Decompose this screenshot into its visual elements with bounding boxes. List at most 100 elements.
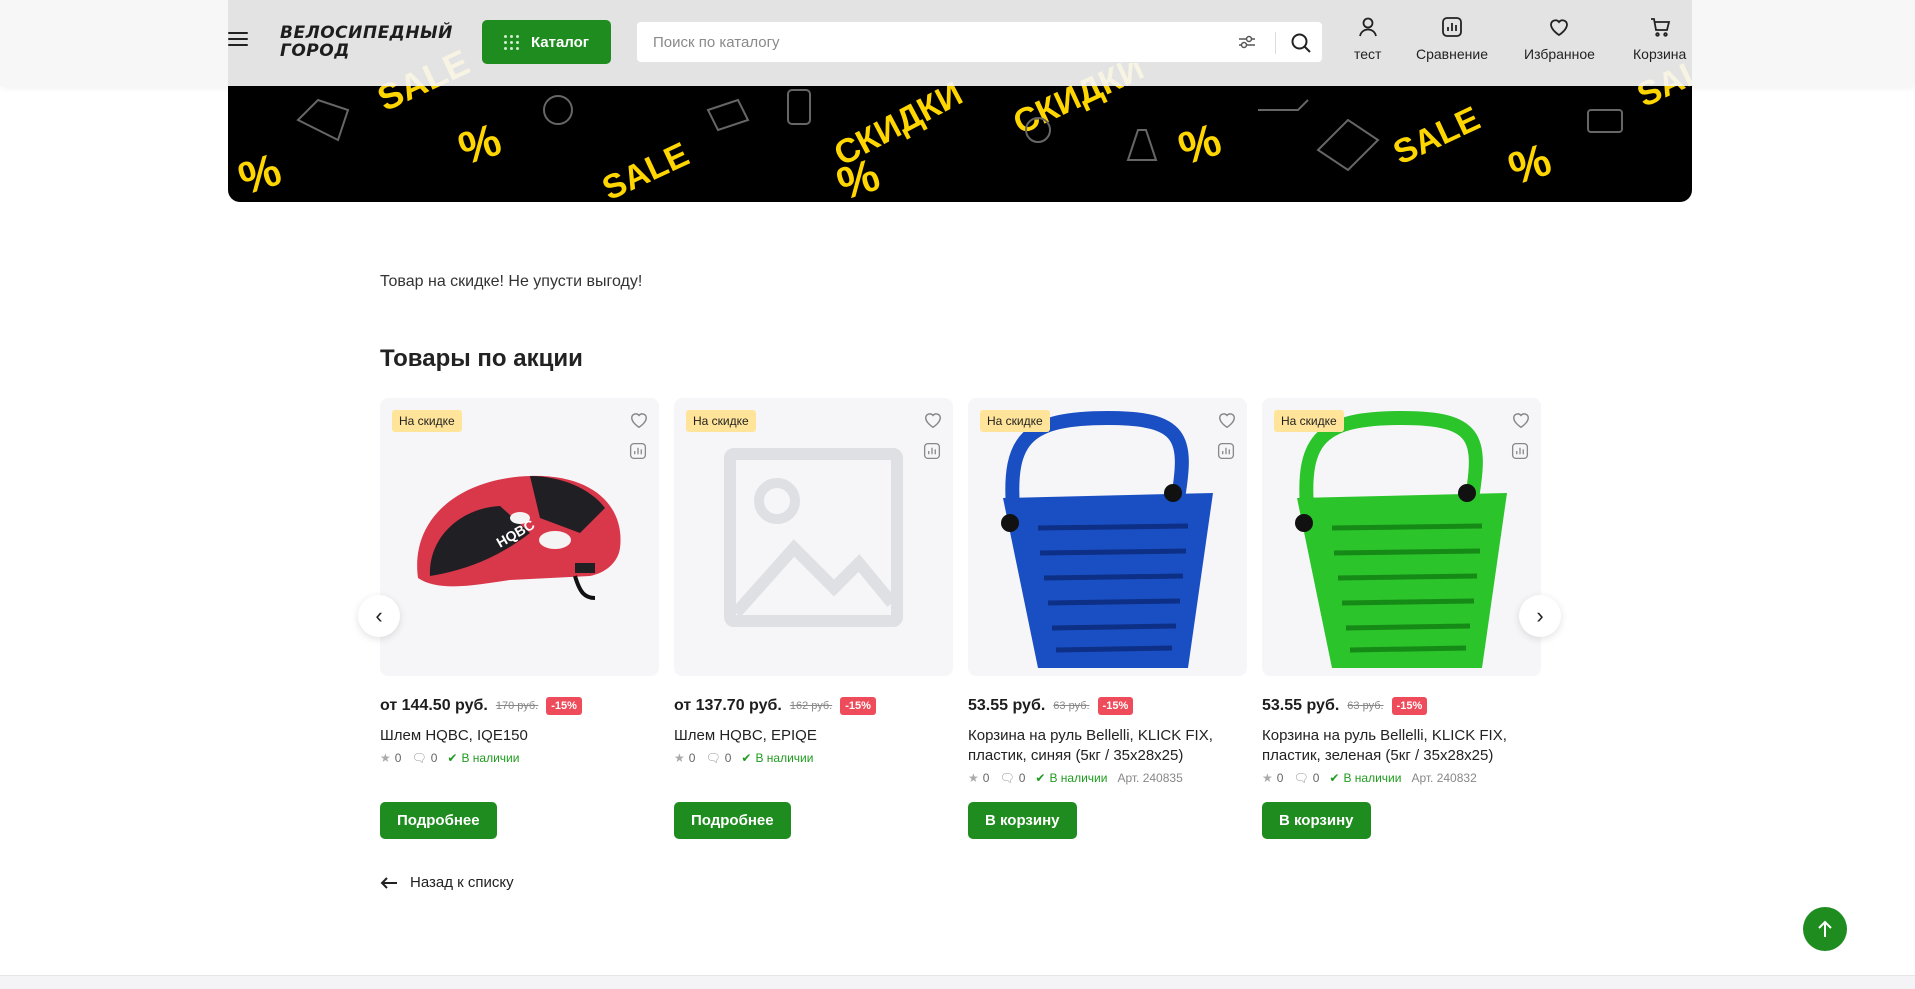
comments: 🗨 0 bbox=[411, 751, 437, 765]
search-input[interactable] bbox=[653, 22, 1213, 62]
rating-value: 0 bbox=[688, 751, 696, 765]
product-image-area[interactable]: На скидке bbox=[1262, 398, 1541, 676]
site-header: ВЕЛОСИПЕДНЫЙ ГОРОД Каталог тест Сравнени… bbox=[0, 0, 1915, 86]
search-icon[interactable] bbox=[1289, 31, 1313, 55]
comment-icon: 🗨 bbox=[1293, 771, 1309, 785]
price-row: 53.55 руб. 63 руб. -15% bbox=[968, 696, 1247, 716]
catalog-button[interactable]: Каталог bbox=[482, 20, 611, 64]
comment-icon: 🗨 bbox=[705, 751, 721, 765]
price-row: от 144.50 руб. 170 руб. -15% bbox=[380, 696, 659, 716]
check-icon: ✔ bbox=[741, 751, 752, 765]
menu-icon[interactable] bbox=[228, 32, 248, 48]
compare-icon[interactable] bbox=[629, 442, 647, 460]
old-price: 162 руб. bbox=[789, 700, 833, 712]
product-card[interactable]: На скидке от 137.70 руб. 162 руб. -15% Ш… bbox=[674, 398, 953, 765]
back-to-list-link[interactable]: Назад к списку bbox=[380, 874, 514, 891]
product-name[interactable]: Корзина на руль Bellelli, KLICK FIX, пла… bbox=[968, 726, 1247, 766]
heart-icon[interactable] bbox=[1511, 410, 1531, 430]
header-user[interactable]: тест bbox=[1354, 16, 1381, 62]
details-button[interactable]: Подробнее bbox=[674, 802, 791, 839]
heart-icon[interactable] bbox=[923, 410, 943, 430]
logo-line2: ГОРОД bbox=[280, 41, 350, 61]
sale-badge: На скидке bbox=[392, 410, 462, 432]
compare-icon[interactable] bbox=[1217, 442, 1235, 460]
section-title: Товары по акции bbox=[380, 345, 583, 372]
details-button[interactable]: Подробнее bbox=[380, 802, 497, 839]
heart-icon[interactable] bbox=[629, 410, 649, 430]
star-icon: ★ bbox=[674, 751, 685, 765]
check-icon: ✔ bbox=[1329, 771, 1340, 785]
carousel-prev-button[interactable]: ‹ bbox=[358, 595, 400, 637]
product-image-area[interactable]: HQBC На скидке bbox=[380, 398, 659, 676]
grid-icon bbox=[503, 34, 519, 50]
user-icon bbox=[1358, 17, 1377, 37]
add-to-cart-button[interactable]: В корзину bbox=[1262, 802, 1371, 839]
header-favorites-label: Избранное bbox=[1524, 46, 1595, 62]
article-number: Арт. 240835 bbox=[1117, 771, 1183, 785]
sale-badge: На скидке bbox=[980, 410, 1050, 432]
product-name[interactable]: Шлем HQBC, EPIQE bbox=[674, 726, 953, 746]
star-icon: ★ bbox=[968, 771, 979, 785]
comments-value: 0 bbox=[724, 751, 732, 765]
product-image-area[interactable]: На скидке bbox=[674, 398, 953, 676]
product-card[interactable]: На скидке 53.55 руб. 63 руб. -15% Корзин… bbox=[1262, 398, 1541, 785]
scroll-top-button[interactable] bbox=[1803, 907, 1847, 951]
header-cart[interactable]: Корзина bbox=[1633, 16, 1686, 62]
stock-label: В наличии bbox=[755, 751, 814, 765]
product-name[interactable]: Шлем HQBC, IQE150 bbox=[380, 726, 659, 746]
old-price: 63 руб. bbox=[1347, 700, 1384, 712]
compare-icon[interactable] bbox=[923, 442, 941, 460]
add-to-cart-button[interactable]: В корзину bbox=[968, 802, 1077, 839]
comments-value: 0 bbox=[430, 751, 438, 765]
price: 53.55 руб. bbox=[1262, 697, 1340, 714]
price: 53.55 руб. bbox=[968, 697, 1046, 714]
back-to-list-label: Назад к списку bbox=[410, 874, 514, 891]
sale-word: SALE bbox=[1388, 100, 1486, 173]
stock-label: В наличии bbox=[1049, 771, 1108, 785]
price-row: 53.55 руб. 63 руб. -15% bbox=[1262, 696, 1541, 716]
discount-badge: -15% bbox=[840, 697, 876, 715]
heart-icon bbox=[1550, 19, 1569, 37]
promo-text: Товар на скидке! Не упусти выгоду! bbox=[380, 273, 643, 290]
stock-status: ✔ В наличии bbox=[1329, 771, 1401, 785]
cart-icon bbox=[1650, 18, 1670, 37]
footer-strip bbox=[0, 975, 1915, 989]
header-compare[interactable]: Сравнение bbox=[1416, 16, 1488, 62]
price-row: от 137.70 руб. 162 руб. -15% bbox=[674, 696, 953, 716]
sale-word: SALE bbox=[597, 135, 695, 202]
comments-value: 0 bbox=[1018, 771, 1026, 785]
product-image-area[interactable]: На скидке bbox=[968, 398, 1247, 676]
comments: 🗨 0 bbox=[705, 751, 731, 765]
comments: 🗨 0 bbox=[999, 771, 1025, 785]
rating: ★ 0 bbox=[1262, 771, 1283, 785]
article-number: Арт. 240832 bbox=[1411, 771, 1477, 785]
logo-line1: ВЕЛОСИПЕДНЫЙ bbox=[280, 23, 453, 43]
check-icon: ✔ bbox=[1035, 771, 1046, 785]
header-cart-label: Корзина bbox=[1633, 46, 1687, 62]
filter-icon[interactable] bbox=[1238, 34, 1256, 50]
old-price: 63 руб. bbox=[1053, 700, 1090, 712]
product-card[interactable]: HQBC На скидке от 144.50 руб. 170 руб. -… bbox=[380, 398, 659, 765]
stock-status: ✔ В наличии bbox=[447, 751, 519, 765]
rating-value: 0 bbox=[394, 751, 402, 765]
compare-icon[interactable] bbox=[1511, 442, 1529, 460]
catalog-button-label: Каталог bbox=[530, 33, 590, 51]
percent-sign: % bbox=[232, 143, 287, 202]
site-logo[interactable]: ВЕЛОСИПЕДНЫЙ ГОРОД bbox=[280, 24, 453, 60]
search-divider bbox=[1275, 32, 1276, 54]
product-name[interactable]: Корзина на руль Bellelli, KLICK FIX, пла… bbox=[1262, 726, 1541, 766]
rating-value: 0 bbox=[982, 771, 990, 785]
header-user-label: тест bbox=[1354, 46, 1382, 62]
image-placeholder-icon bbox=[724, 448, 903, 627]
green-basket-image bbox=[1295, 410, 1507, 668]
stock-status: ✔ В наличии bbox=[741, 751, 813, 765]
heart-icon[interactable] bbox=[1217, 410, 1237, 430]
product-meta: ★ 0 🗨 0 ✔ В наличии bbox=[380, 751, 659, 765]
discount-badge: -15% bbox=[546, 697, 582, 715]
product-card[interactable]: На скидке 53.55 руб. 63 руб. -15% Корзин… bbox=[968, 398, 1247, 785]
carousel-next-button[interactable]: › bbox=[1519, 595, 1561, 637]
stock-status: ✔ В наличии bbox=[1035, 771, 1107, 785]
percent-sign: % bbox=[452, 113, 507, 175]
helmet-image: HQBC bbox=[417, 475, 621, 600]
header-favorites[interactable]: Избранное bbox=[1524, 16, 1595, 62]
